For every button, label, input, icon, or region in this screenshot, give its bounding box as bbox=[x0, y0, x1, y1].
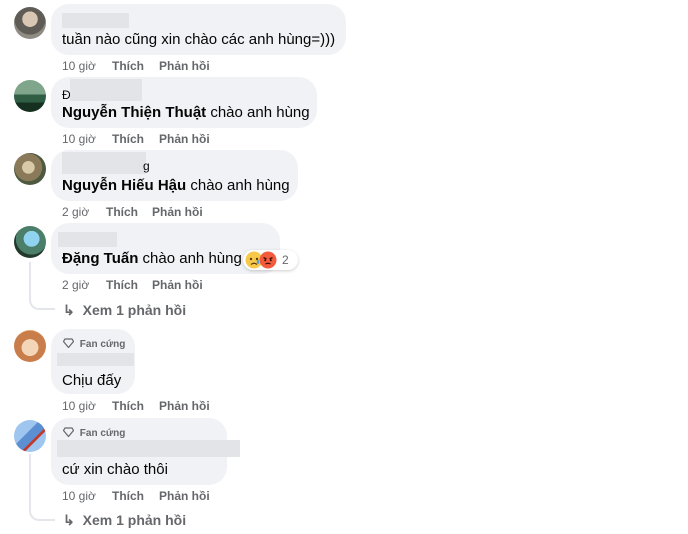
fan-badge: Fan cứng bbox=[62, 338, 126, 351]
reply-button[interactable]: Phản hồi bbox=[159, 489, 210, 503]
comment-text: cứ xin chào thôi bbox=[62, 461, 168, 478]
author-name-redacted[interactable] bbox=[70, 79, 142, 101]
timestamp[interactable]: 10 giờ bbox=[62, 489, 96, 503]
reply-button[interactable]: Phản hồi bbox=[152, 278, 203, 292]
author-name-redacted[interactable] bbox=[57, 353, 134, 366]
mention[interactable]: Nguyễn Hiếu Hậu bbox=[62, 177, 186, 194]
author-name-fragment[interactable]: g bbox=[143, 157, 150, 175]
thread-connector bbox=[29, 262, 55, 310]
author-name-redacted[interactable] bbox=[58, 232, 117, 247]
reply-arrow-icon: ↳ bbox=[63, 302, 75, 318]
comment-body: chào anh hùng bbox=[138, 250, 242, 267]
avatar[interactable] bbox=[14, 80, 46, 112]
thread-connector bbox=[29, 454, 55, 521]
badge-label: Fan cứng bbox=[79, 339, 126, 350]
fan-badge: Fan cứng bbox=[62, 427, 126, 440]
reply-arrow-icon: ↳ bbox=[63, 512, 75, 528]
avatar[interactable] bbox=[14, 226, 46, 258]
like-button[interactable]: Thích bbox=[112, 489, 144, 503]
avatar[interactable] bbox=[14, 7, 46, 39]
reaction-count: 2 bbox=[282, 253, 289, 267]
timestamp[interactable]: 10 giờ bbox=[62, 132, 96, 146]
like-button[interactable]: Thích bbox=[112, 399, 144, 413]
author-name-redacted[interactable] bbox=[62, 13, 129, 28]
timestamp[interactable]: 10 giờ bbox=[62, 399, 96, 413]
reply-button[interactable]: Phản hồi bbox=[159, 399, 210, 413]
view-replies-label: Xem 1 phản hồi bbox=[82, 512, 187, 528]
diamond-icon bbox=[62, 427, 75, 438]
like-button[interactable]: Thích bbox=[106, 278, 138, 292]
view-replies-link[interactable]: ↳ Xem 1 phản hồi bbox=[63, 511, 186, 529]
mention[interactable]: Nguyễn Thiện Thuật bbox=[62, 104, 206, 121]
comment-body: chào anh hùng bbox=[206, 104, 310, 121]
like-button[interactable]: Thích bbox=[106, 205, 138, 219]
mention[interactable]: Đặng Tuấn bbox=[62, 250, 138, 267]
comment-text: Nguyễn Hiếu Hậu chào anh hùng bbox=[62, 177, 290, 195]
view-replies-label: Xem 1 phản hồi bbox=[82, 302, 187, 318]
badge-label: Fan cứng bbox=[79, 428, 126, 439]
comment-text: Nguyễn Thiện Thuật chào anh hùng bbox=[62, 104, 310, 122]
avatar[interactable] bbox=[14, 420, 46, 452]
comment-text: Đặng Tuấn chào anh hùng bbox=[62, 250, 242, 268]
author-name-redacted[interactable] bbox=[62, 152, 146, 174]
diamond-icon bbox=[62, 338, 75, 349]
reply-button[interactable]: Phản hồi bbox=[159, 59, 210, 73]
avatar[interactable] bbox=[14, 153, 46, 185]
angry-icon bbox=[259, 251, 277, 269]
reply-button[interactable]: Phản hồi bbox=[159, 132, 210, 146]
timestamp[interactable]: 10 giờ bbox=[62, 59, 96, 73]
like-button[interactable]: Thích bbox=[112, 59, 144, 73]
timestamp[interactable]: 2 giờ bbox=[62, 278, 89, 292]
avatar[interactable] bbox=[14, 330, 46, 362]
comment-text: Chịu đấy bbox=[62, 372, 122, 389]
like-button[interactable]: Thích bbox=[112, 132, 144, 146]
view-replies-link[interactable]: ↳ Xem 1 phản hồi bbox=[63, 301, 186, 319]
reaction-summary[interactable]: 2 bbox=[243, 250, 298, 270]
author-name-redacted[interactable] bbox=[57, 440, 240, 457]
comment-text: tuần nào cũng xin chào các anh hùng=))) bbox=[62, 31, 336, 48]
reply-button[interactable]: Phản hồi bbox=[152, 205, 203, 219]
comment-body: chào anh hùng bbox=[186, 177, 290, 194]
timestamp[interactable]: 2 giờ bbox=[62, 205, 89, 219]
